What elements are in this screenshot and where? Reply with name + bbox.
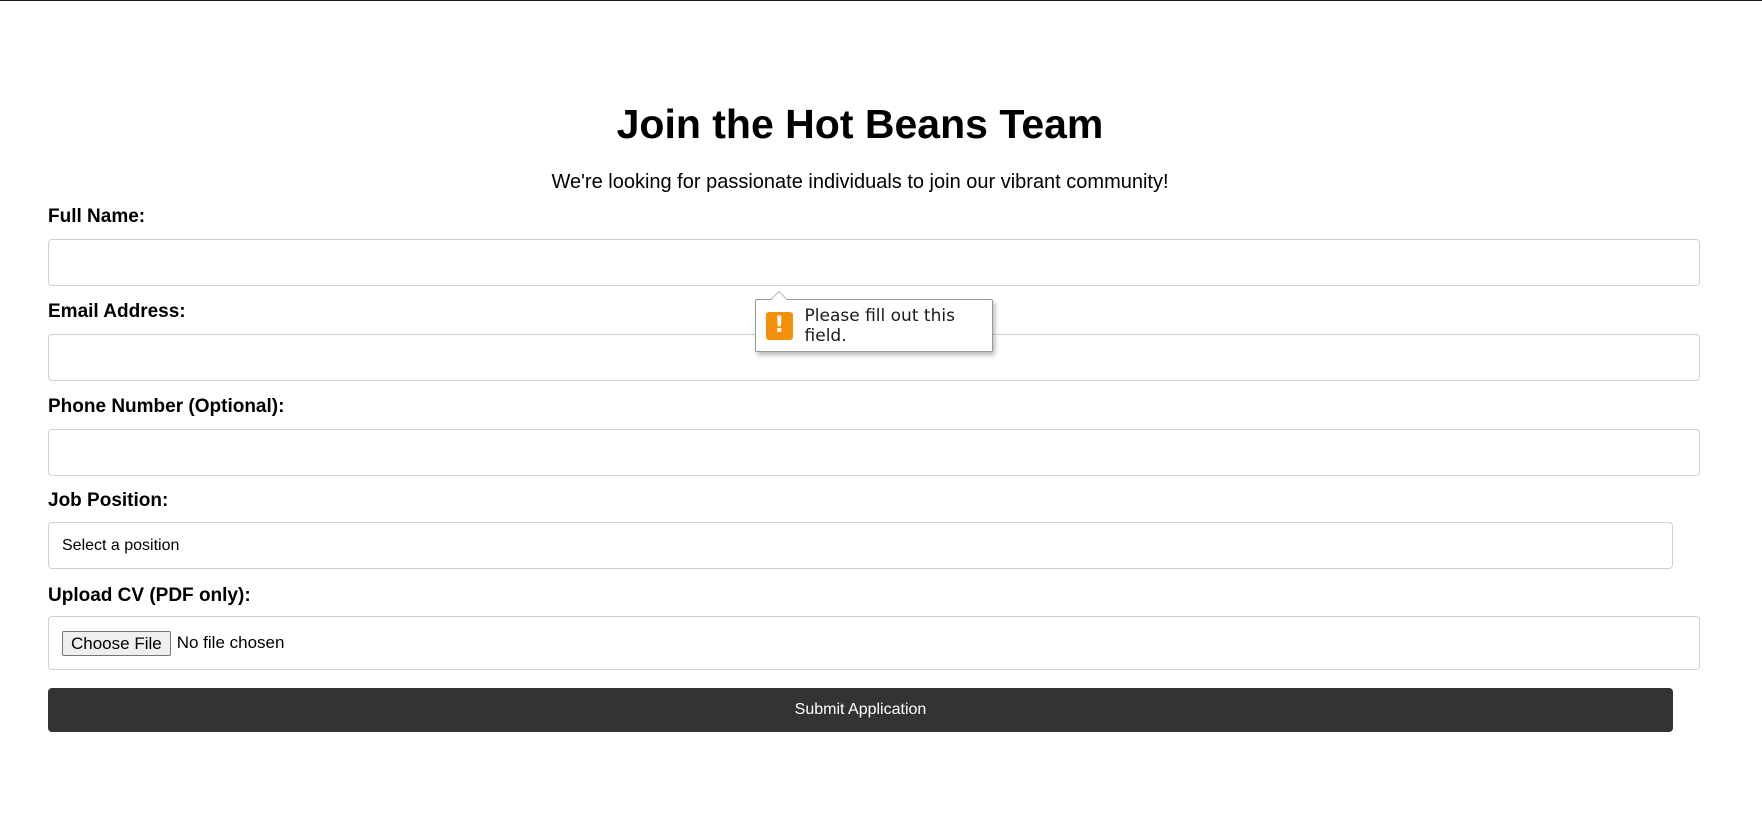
phone-input[interactable] <box>48 429 1700 476</box>
submit-button-label: Submit Application <box>794 701 927 718</box>
choose-file-button[interactable]: Choose File <box>62 630 171 656</box>
full-name-input[interactable] <box>48 239 1700 286</box>
page-title: Join the Hot Beans Team <box>616 101 1104 147</box>
tooltip-message: Please fill out this field. <box>804 305 955 346</box>
file-status-text: No file chosen <box>176 633 285 652</box>
page-subtitle: We're looking for passionate individuals… <box>551 171 1169 193</box>
phone-label: Phone Number (Optional): <box>48 396 285 417</box>
email-label: Email Address: <box>48 301 186 322</box>
job-position-label: Job Position: <box>48 490 169 511</box>
validation-tooltip: ! Please fill out this field. <box>755 291 993 352</box>
cv-upload-label: Upload CV (PDF only): <box>48 585 251 606</box>
job-position-selected-value: Select a position <box>62 536 180 554</box>
warning-icon: ! <box>766 311 793 340</box>
full-name-label: Full Name: <box>48 206 146 227</box>
submit-application-button[interactable]: Submit Application <box>48 688 1673 732</box>
tooltip-arrow <box>770 291 788 300</box>
job-position-select[interactable]: Select a position <box>48 522 1673 569</box>
cv-file-input: Choose File No file chosen <box>48 616 1700 670</box>
window-top-border <box>0 0 1762 1</box>
